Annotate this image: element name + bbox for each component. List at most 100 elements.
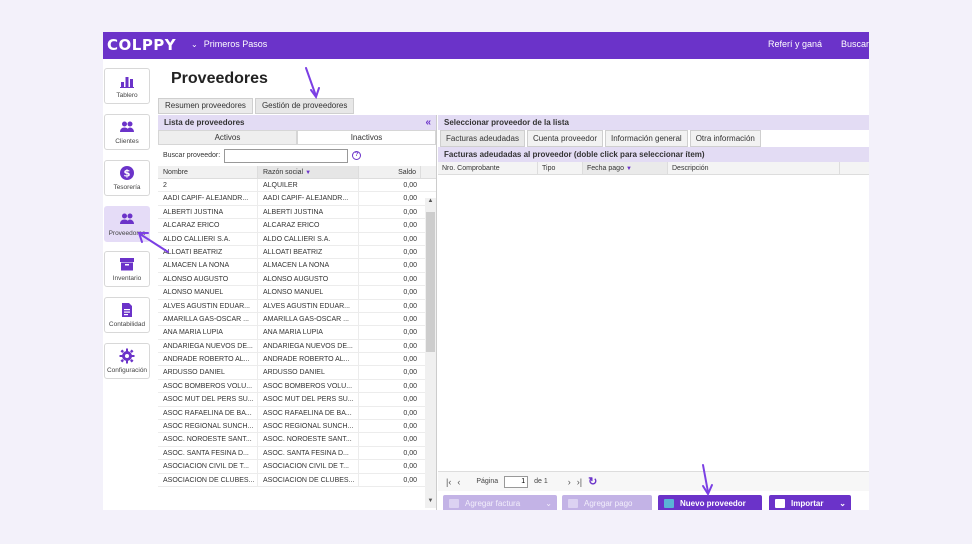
table-cell: 0,00 — [403, 195, 417, 203]
top-bar: COLPPY ⌄ Primeros Pasos Referí y ganá Bu… — [103, 32, 869, 59]
table-row[interactable]: ASOCIACION DE CLUBES... ASOCIACION DE CLU… — [158, 473, 436, 487]
column-header-nro-comprobante[interactable]: Nro. Comprobante — [438, 162, 538, 174]
table-row[interactable]: AADI CAPIF- ALEJANDR... AADI CAPIF- ALEJA… — [158, 192, 436, 206]
supplier-search-input[interactable] — [224, 148, 349, 163]
table-row[interactable]: ALDO CALLIERI S.A. ALDO CALLIERI S.A. 0,00 — [158, 232, 436, 246]
add-payment-button[interactable]: Agregar pago — [562, 495, 652, 510]
sidebar-item-proveedores[interactable]: Proveedores — [104, 206, 150, 242]
next-page-icon[interactable]: › — [568, 477, 571, 487]
table-cell: 0,00 — [403, 342, 417, 350]
sidebar-item-clientes[interactable]: Clientes — [104, 114, 150, 150]
column-header-razon-social[interactable]: Razón social ▼ — [258, 166, 359, 178]
table-cell: ALVES AGUSTIN EDUAR... — [158, 299, 258, 312]
table-cell: ASOCIACION DE CLUBES... — [258, 473, 359, 486]
scroll-thumb[interactable] — [426, 212, 435, 352]
tab-gestion-proveedores[interactable]: Gestión de proveedores — [254, 98, 355, 114]
table-row[interactable]: ASOC. NOROESTE SANT... ASOC. NOROESTE SAN… — [158, 433, 436, 447]
table-cell: AMARILLA GAS-OSCAR ... — [158, 312, 258, 326]
primeros-pasos-label: Primeros Pasos — [203, 39, 268, 49]
refresh-icon[interactable]: ↻ — [588, 475, 597, 488]
table-row[interactable]: ASOC REGIONAL SUNCH... ASOC REGIONAL SUNC… — [158, 420, 436, 434]
add-invoice-label: Agregar factura — [465, 499, 521, 508]
column-header-label: Fecha pago — [587, 165, 624, 172]
table-row[interactable]: ASOC MUT DEL PERS SU... ASOC MUT DEL PERS… — [158, 393, 436, 407]
action-bar: Agregar factura ⌄ Agregar pago Nuevo pro… — [438, 495, 869, 510]
table-cell: 0,00 — [403, 315, 417, 323]
scroll-up-icon[interactable]: ▲ — [425, 198, 436, 208]
refer-link[interactable]: Referí y ganá — [768, 39, 822, 49]
scroll-down-icon[interactable]: ▼ — [425, 498, 436, 508]
app-logo[interactable]: COLPPY — [107, 36, 176, 54]
prev-page-icon[interactable]: ‹ — [457, 477, 460, 487]
sidebar-item-configuracion[interactable]: Configuración — [104, 343, 150, 379]
table-cell: 0,00 — [403, 356, 417, 364]
invoices-grid-body[interactable] — [438, 175, 869, 467]
add-invoice-button[interactable]: Agregar factura ⌄ — [443, 495, 557, 510]
detail-tabs: Facturas adeudadas Cuenta proveedor Info… — [438, 130, 869, 147]
table-row[interactable]: ASOC BOMBEROS VOLU... ASOC BOMBEROS VOLU.… — [158, 379, 436, 394]
column-header-nombre[interactable]: Nombre — [158, 166, 258, 178]
help-icon[interactable]: ? — [352, 151, 362, 160]
table-row[interactable]: ANDARIEGA NUEVOS DE... ANDARIEGA NUEVOS D… — [158, 339, 436, 354]
column-header-tipo[interactable]: Tipo — [538, 162, 583, 174]
tab-cuenta-proveedor[interactable]: Cuenta proveedor — [526, 130, 603, 147]
last-page-icon[interactable]: ›| — [577, 477, 582, 487]
first-page-icon[interactable]: |‹ — [446, 477, 451, 487]
table-cell: 0,00 — [403, 329, 417, 337]
sidebar-item-label: Clientes — [115, 138, 139, 145]
table-cell: AADI CAPIF- ALEJANDR... — [158, 192, 258, 205]
table-row[interactable]: ANDRADE ROBERTO AL... ANDRADE ROBERTO AL.… — [158, 353, 436, 367]
tab-resumen-proveedores[interactable]: Resumen proveedores — [158, 98, 253, 114]
sidebar-item-label: Tablero — [116, 92, 138, 99]
supplier-search-row: Buscar proveedor: ? — [158, 145, 436, 166]
tab-inactivos[interactable]: Inactivos — [297, 130, 436, 145]
table-row[interactable]: ALVES AGUSTIN EDUAR... ALVES AGUSTIN EDUA… — [158, 299, 436, 313]
search-link[interactable]: Buscar — [841, 39, 869, 49]
tab-informacion-general[interactable]: Información general — [604, 130, 688, 147]
column-header-saldo[interactable]: Saldo — [359, 166, 421, 178]
collapse-left-icon[interactable]: « — [425, 115, 431, 130]
table-row[interactable]: 2 ALQUILER 0,00 — [158, 179, 436, 193]
primeros-pasos-menu[interactable]: ⌄ Primeros Pasos — [191, 39, 267, 49]
table-cell: ALDO CALLIERI S.A. — [158, 232, 258, 245]
table-row[interactable]: ALCARAZ ERICO ALCARAZ ERICO 0,00 — [158, 219, 436, 233]
page-label: Página — [476, 478, 499, 485]
table-row[interactable]: ASOCIACION CIVIL DE T... ASOCIACION CIVIL… — [158, 460, 436, 474]
table-cell: 0,00 — [403, 182, 417, 189]
page-number-input[interactable] — [504, 475, 529, 488]
sidebar-item-tablero[interactable]: Tablero — [104, 68, 150, 104]
table-row[interactable]: AMARILLA GAS-OSCAR ... AMARILLA GAS-OSCAR… — [158, 312, 436, 327]
chevron-down-icon: ⌄ — [839, 499, 846, 508]
sidebar-item-tesoreria[interactable]: $ Tesorería — [104, 160, 150, 196]
table-cell: ASOCIACION CIVIL DE T... — [158, 460, 258, 473]
table-row[interactable]: ASOC. SANTA FESINA D... ASOC. SANTA FESIN… — [158, 446, 436, 461]
chevron-down-icon: ⌄ — [545, 499, 552, 508]
table-cell: 0,00 — [403, 302, 417, 310]
table-row[interactable]: ALMACEN LA NONA ALMACEN LA NONA 0,00 — [158, 259, 436, 273]
table-cell: 0,00 — [403, 262, 417, 270]
table-cell: ASOC RAFAELINA DE BA... — [258, 406, 359, 420]
table-cell: ANDRADE ROBERTO AL... — [158, 353, 258, 366]
table-row[interactable]: ASOC RAFAELINA DE BA... ASOC RAFAELINA DE… — [158, 406, 436, 421]
table-cell: 0,00 — [403, 382, 417, 390]
table-row[interactable]: ANA MARIA LUPIA ANA MARIA LUPIA 0,00 — [158, 326, 436, 340]
sidebar-item-contabilidad[interactable]: Contabilidad — [104, 297, 150, 333]
tab-facturas-adeudadas[interactable]: Facturas adeudadas — [440, 130, 525, 147]
box-icon — [120, 258, 134, 271]
table-row[interactable]: ALBERTI JUSTINA ALBERTI JUSTINA 0,00 — [158, 205, 436, 220]
table-row[interactable]: ALONSO AUGUSTO ALONSO AUGUSTO 0,00 — [158, 272, 436, 287]
table-row[interactable]: ALONSO MANUEL ALONSO MANUEL 0,00 — [158, 286, 436, 300]
supplier-grid-scrollbar[interactable]: ▲ ▼ — [425, 198, 436, 508]
tab-otra-informacion[interactable]: Otra información — [689, 130, 761, 147]
table-row[interactable]: ARDUSSO DANIEL ARDUSSO DANIEL 0,00 — [158, 366, 436, 380]
tab-activos[interactable]: Activos — [158, 130, 297, 145]
table-row[interactable]: ALLOATI BEATRIZ ALLOATI BEATRIZ 0,00 — [158, 245, 436, 260]
sidebar-item-inventario[interactable]: Inventario — [104, 251, 150, 287]
table-cell: ALCARAZ ERICO — [258, 219, 359, 232]
new-supplier-button[interactable]: Nuevo proveedor — [658, 495, 762, 510]
table-cell: 0,00 — [403, 449, 417, 457]
new-supplier-icon — [664, 499, 674, 508]
column-header-fecha-pago[interactable]: Fecha pago ▼ — [583, 162, 668, 174]
import-button[interactable]: Importar ⌄ — [769, 495, 851, 510]
column-header-descripcion[interactable]: Descripción — [668, 162, 840, 174]
